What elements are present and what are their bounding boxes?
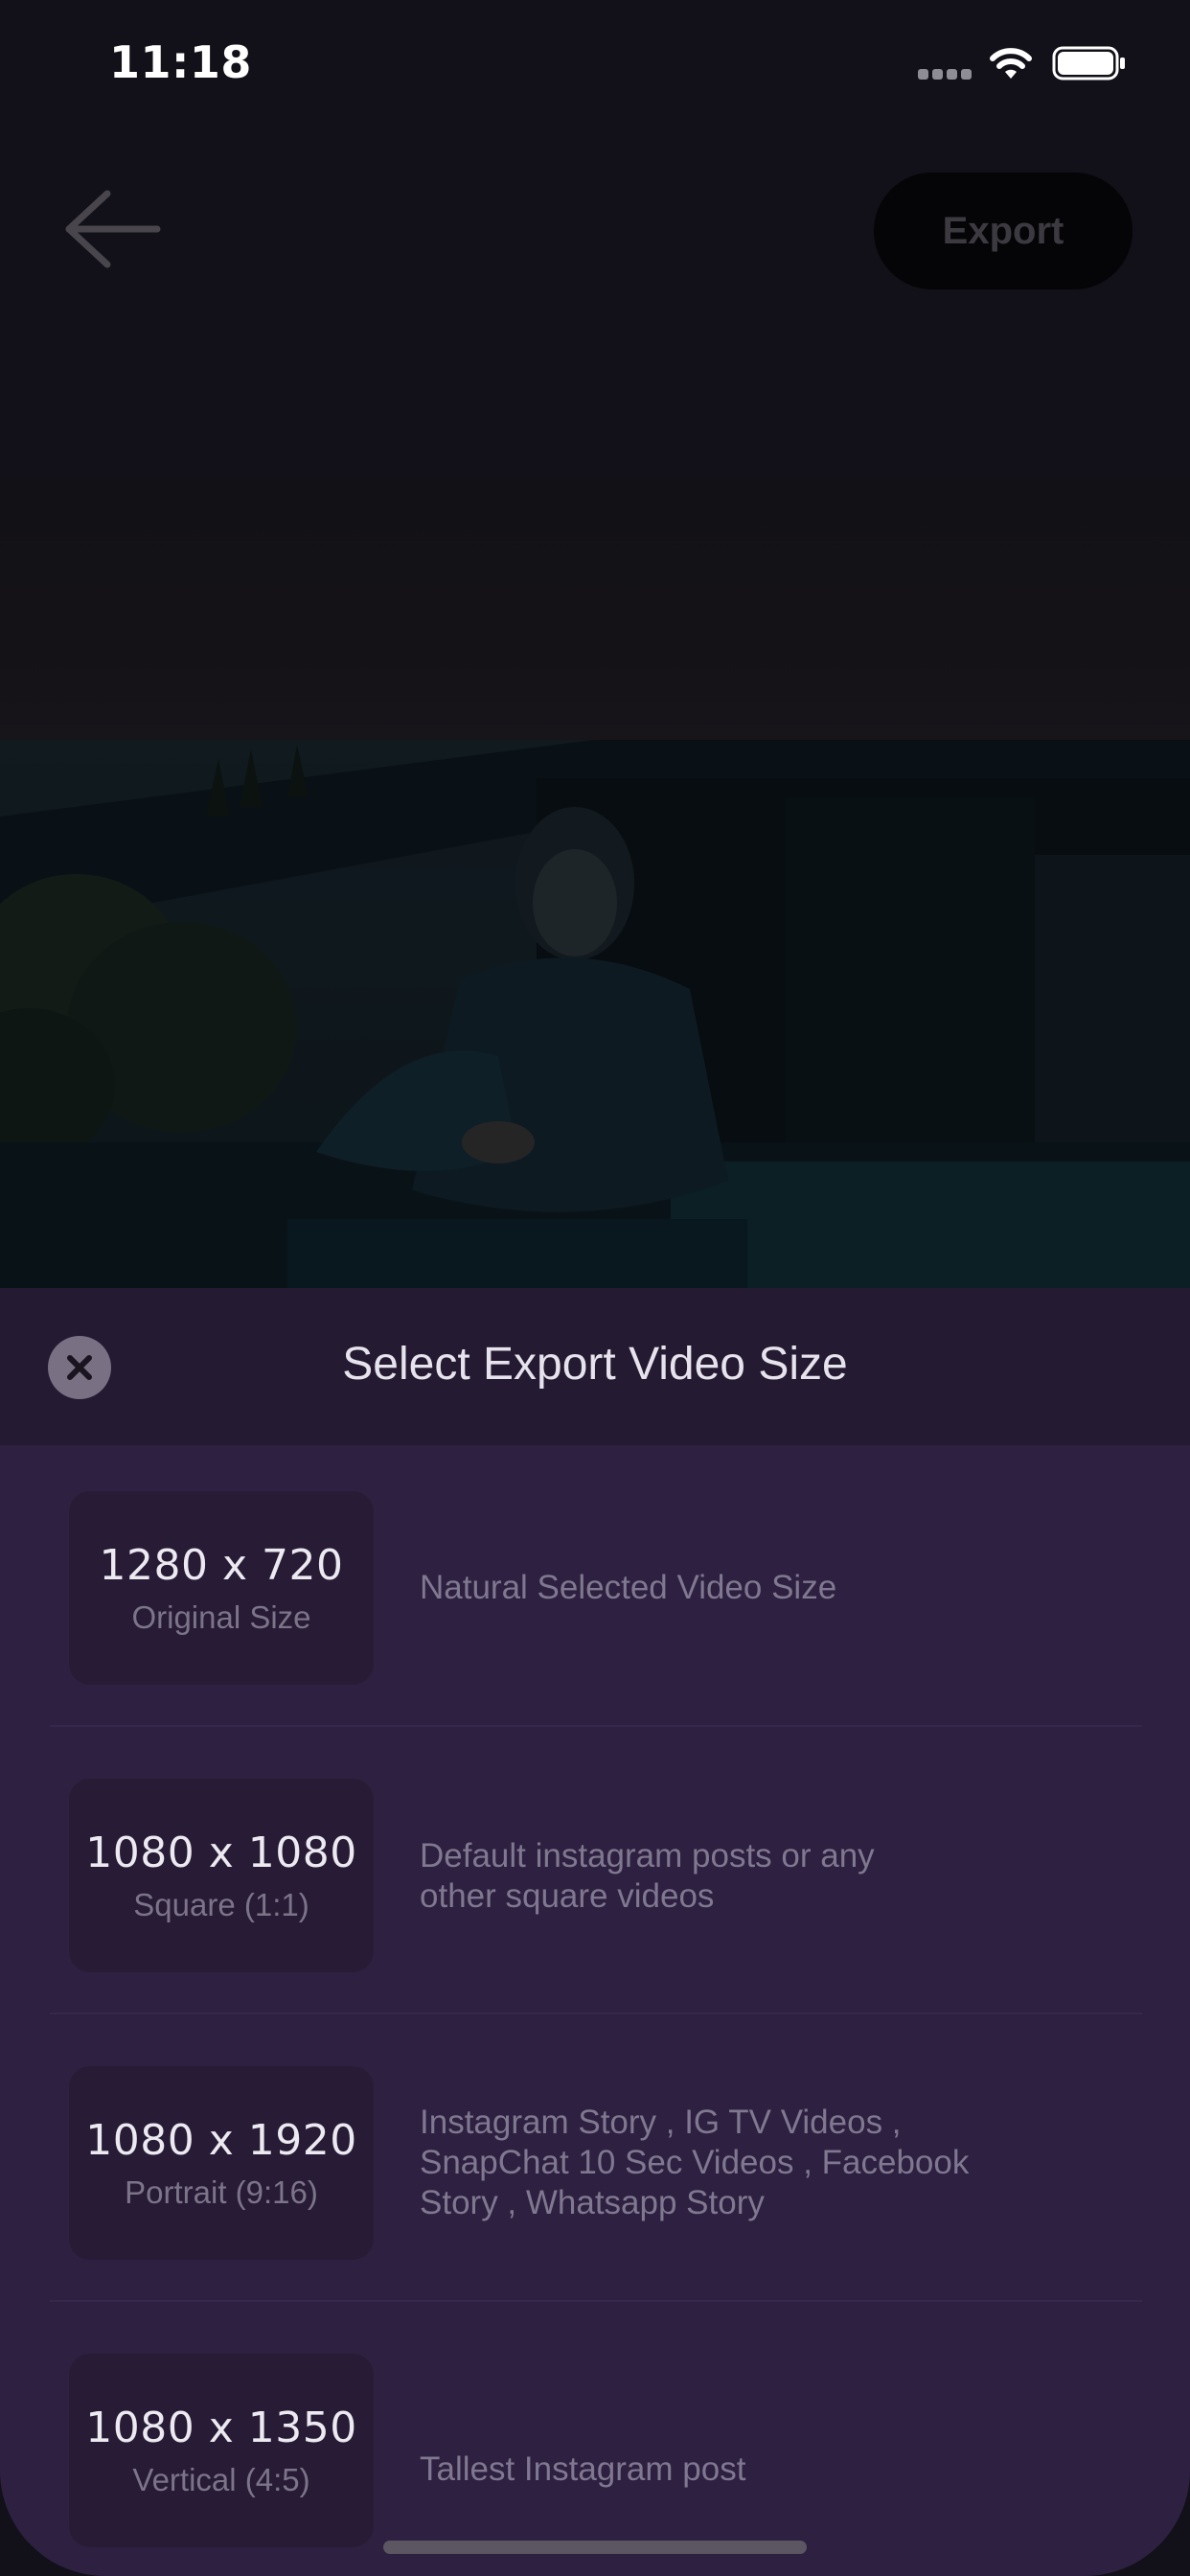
size-option-dimensions: 1080 x 1920 (85, 2115, 357, 2165)
size-option-card[interactable]: 1280 x 720 Original Size (69, 1491, 374, 1685)
cellular-signal-icon (918, 69, 973, 80)
size-option-dimensions: 1080 x 1350 (85, 2403, 357, 2452)
size-option-description: Tallest Instagram post (420, 2450, 746, 2488)
size-option-card[interactable]: 1080 x 1350 Vertical (4:5) (69, 2354, 374, 2547)
size-option-square[interactable]: 1080 x 1080 Square (1:1) Default instagr… (0, 1779, 1190, 2066)
status-bar: 11:18 (0, 0, 1190, 128)
video-top-band (0, 479, 1190, 740)
export-screen: 11:18 Export Select Export Video Size 12… (0, 0, 1190, 2576)
video-preview (0, 740, 1190, 1288)
divider (50, 1725, 1142, 1727)
divider (50, 2012, 1142, 2014)
status-time: 11:18 (109, 36, 252, 88)
export-button[interactable]: Export (874, 172, 1133, 289)
size-option-label: Square (1:1) (133, 1886, 309, 1922)
sheet-header: Select Export Video Size (0, 1288, 1190, 1445)
divider (50, 2300, 1142, 2302)
size-option-dimensions: 1280 x 720 (99, 1540, 344, 1590)
size-option-original[interactable]: 1280 x 720 Original Size Natural Selecte… (0, 1491, 1190, 1779)
size-option-dimensions: 1080 x 1080 (85, 1828, 357, 1877)
size-option-label: Portrait (9:16) (125, 2174, 318, 2210)
size-option-card[interactable]: 1080 x 1920 Portrait (9:16) (69, 2066, 374, 2260)
wifi-icon (990, 48, 1032, 79)
home-indicator[interactable] (383, 2541, 807, 2554)
export-size-sheet: Select Export Video Size 1280 x 720 Orig… (0, 1288, 1190, 2576)
size-option-label: Vertical (4:5) (132, 2461, 310, 2497)
size-option-card[interactable]: 1080 x 1080 Square (1:1) (69, 1779, 374, 1972)
size-option-description: Instagram Story , IG TV Videos , SnapCha… (420, 2104, 970, 2221)
sheet-title: Select Export Video Size (342, 1339, 848, 1390)
battery-icon (1052, 46, 1125, 80)
back-arrow-icon[interactable] (59, 186, 163, 272)
size-option-description: Default instagram posts or any other squ… (420, 1837, 875, 1915)
top-nav-bar: Export (0, 128, 1190, 339)
size-option-portrait[interactable]: 1080 x 1920 Portrait (9:16) Instagram St… (0, 2066, 1190, 2354)
size-option-label: Original Size (131, 1598, 311, 1635)
size-option-description: Natural Selected Video Size (420, 1569, 837, 1606)
